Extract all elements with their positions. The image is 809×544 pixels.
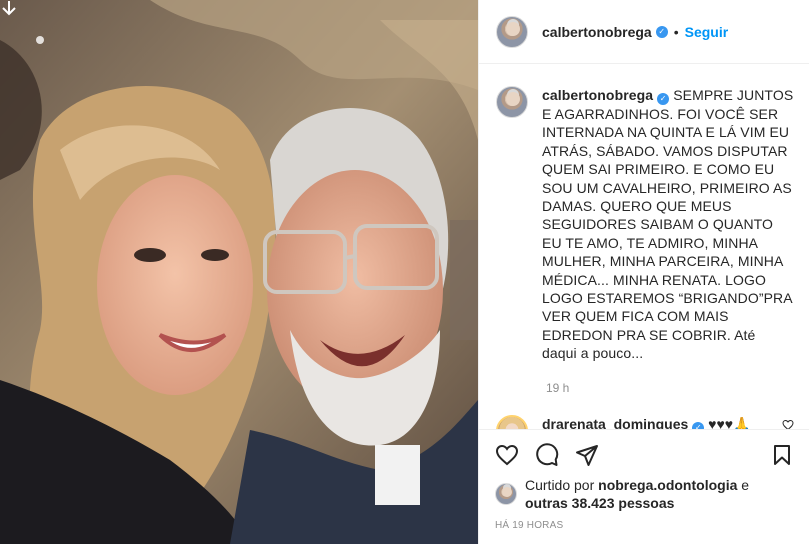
likes-and: e bbox=[741, 477, 750, 493]
post-photo[interactable] bbox=[0, 0, 478, 544]
action-icons-row bbox=[495, 438, 794, 472]
caption-row: calbertonobrega ✓ SEMPRE JUNTOS E AGARRAD… bbox=[496, 86, 794, 363]
likes-text: Curtido por nobrega.odontologia e outras… bbox=[525, 476, 794, 512]
caption-timestamp[interactable]: 19 h bbox=[546, 381, 794, 395]
verified-badge-icon: ✓ bbox=[655, 25, 668, 38]
comments-section: calbertonobrega ✓ SEMPRE JUNTOS E AGARRAD… bbox=[479, 64, 809, 429]
heart-icon[interactable] bbox=[495, 443, 519, 467]
verified-badge-icon: ✓ bbox=[657, 93, 670, 105]
caption-author-avatar[interactable] bbox=[496, 86, 528, 118]
post-time-ago[interactable]: HÁ 19 HORAS bbox=[495, 520, 794, 531]
separator-dot: • bbox=[673, 23, 679, 40]
liker-username[interactable]: nobrega.odontologia bbox=[598, 477, 737, 493]
share-icon[interactable] bbox=[575, 443, 599, 467]
verified-badge-icon: ✓ bbox=[692, 421, 705, 429]
likes-others-link[interactable]: outras 38.423 pessoas bbox=[525, 495, 674, 511]
post-header: calbertonobrega ✓ • Seguir bbox=[479, 0, 809, 64]
photo-illustration bbox=[0, 0, 478, 544]
post-side-panel: calbertonobrega ✓ • Seguir calbertonobre… bbox=[478, 0, 809, 544]
author-username[interactable]: calbertonobrega bbox=[542, 24, 652, 40]
caption: calbertonobrega ✓ SEMPRE JUNTOS E AGARRAD… bbox=[542, 86, 794, 363]
author-avatar[interactable] bbox=[496, 15, 528, 48]
download-arrow-icon[interactable] bbox=[2, 0, 18, 18]
comment-item: drarenata_domingues✓ ♥♥♥🙏🙏🙏 bbox=[496, 414, 794, 429]
likes-summary: Curtido por nobrega.odontologia e outras… bbox=[495, 476, 794, 512]
bookmark-icon[interactable] bbox=[770, 443, 794, 467]
likes-prefix: Curtido por bbox=[525, 477, 595, 493]
post-actions: Curtido por nobrega.odontologia e outras… bbox=[479, 429, 809, 531]
comment-icon[interactable] bbox=[535, 443, 559, 467]
comment-body: drarenata_domingues✓ ♥♥♥🙏🙏🙏 bbox=[542, 415, 764, 429]
liker-avatar[interactable] bbox=[495, 483, 517, 505]
caption-text: SEMPRE JUNTOS E AGARRADINHOS. FOI VOCÊ S… bbox=[542, 87, 794, 362]
follow-button[interactable]: Seguir bbox=[685, 24, 729, 40]
caption-author-username[interactable]: calbertonobrega bbox=[542, 87, 653, 103]
comment-like-heart-icon[interactable] bbox=[782, 419, 794, 429]
commenter-username[interactable]: drarenata_domingues bbox=[542, 416, 688, 429]
commenter-avatar[interactable] bbox=[496, 414, 528, 429]
